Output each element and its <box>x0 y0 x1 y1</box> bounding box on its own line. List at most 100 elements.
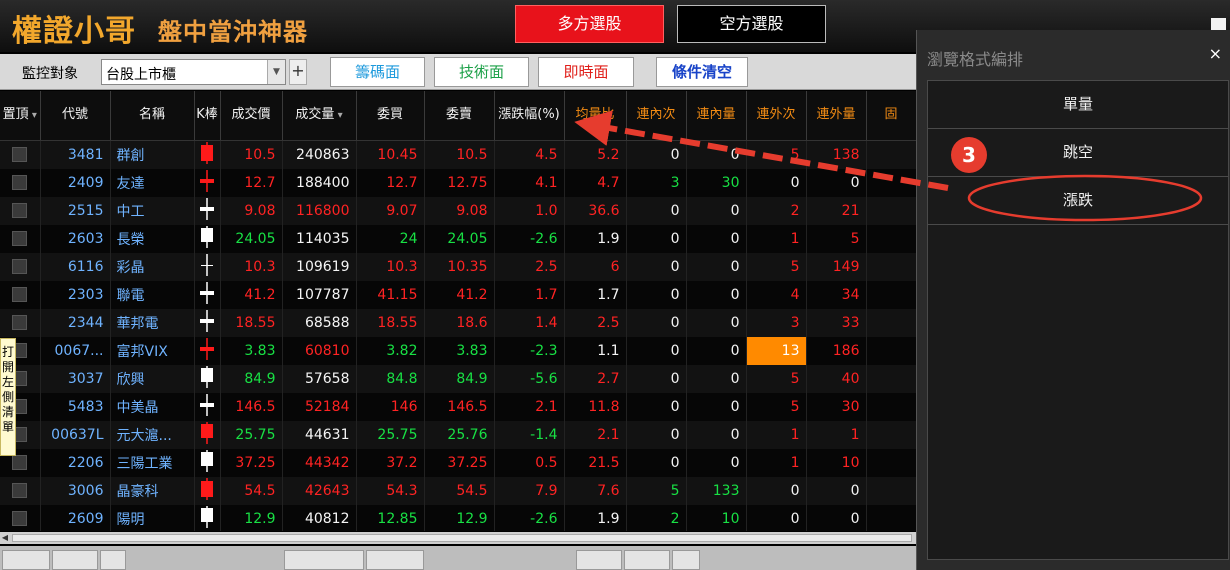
change-cell: 1.0 <box>494 196 565 225</box>
clear-conditions-button[interactable]: 條件清空 <box>656 57 748 87</box>
long-pick-button[interactable]: 多方選股 <box>515 5 664 43</box>
pin-cell <box>0 196 41 225</box>
extra-cell <box>866 476 916 505</box>
bottom-tab[interactable] <box>2 550 50 570</box>
open-left-list-tab[interactable]: 打開左側清單 <box>0 338 16 456</box>
toolbar: 監控對象 台股上市櫃 ▼ + 籌碼面 技術面 即時面 條件清空 <box>0 54 916 90</box>
col-header-kbar[interactable]: K棒 <box>194 91 221 141</box>
change-cell: 1.4 <box>494 308 565 337</box>
pin-checkbox[interactable] <box>12 259 28 274</box>
pin-checkbox[interactable] <box>12 287 28 302</box>
col-header-name[interactable]: 名稱 <box>110 91 195 141</box>
table-row[interactable]: 3006 晶豪科 54.5 42643 54.3 54.5 7.9 7.6 5 133 0 0 <box>0 476 916 505</box>
bid-cell: 24 <box>356 224 425 253</box>
bottom-tab[interactable] <box>672 550 700 570</box>
avg-ratio-cell: 36.6 <box>564 196 627 225</box>
pin-checkbox[interactable] <box>12 483 28 498</box>
bid-cell: 146 <box>356 392 425 421</box>
pin-cell <box>0 504 41 531</box>
k-bar-cell <box>194 196 221 225</box>
table-row[interactable]: 6116 彩晶 10.3 109619 10.3 10.35 2.5 6 0 0 5 149 <box>0 252 916 281</box>
avg-ratio-cell: 7.6 <box>564 476 627 505</box>
out-volume-cell: 21 <box>806 196 867 225</box>
in-volume-cell: 0 <box>686 280 747 309</box>
col-header-code[interactable]: 代號 <box>40 91 111 141</box>
table-row[interactable]: 2344 華邦電 18.55 68588 18.55 18.6 1.4 2.5 0 0 3 33 <box>0 308 916 337</box>
table-row[interactable]: 3037 欣興 84.9 57658 84.8 84.9 -5.6 2.7 0 0 5 40 <box>0 364 916 393</box>
col-header-bid[interactable]: 委買 <box>356 91 425 141</box>
table-row[interactable]: 5483 中美晶 146.5 52184 146 146.5 2.1 11.8 0 0 5 30 <box>0 392 916 421</box>
avg-ratio-cell: 1.9 <box>564 504 627 531</box>
bottom-tab[interactable] <box>52 550 98 570</box>
table-row[interactable]: 2603 長榮 24.05 114035 24 24.05 -2.6 1.9 0 0 1 5 <box>0 224 916 253</box>
panel-item-change[interactable]: 漲跌 <box>928 177 1228 225</box>
in-volume-cell: 0 <box>686 448 747 477</box>
out-volume-cell: 30 <box>806 392 867 421</box>
table-row[interactable]: 2409 友達 12.7 188400 12.7 12.75 4.1 4.7 3 30 0 0 <box>0 168 916 197</box>
stock-code: 2603 <box>40 224 111 253</box>
technical-filter-button[interactable]: 技術面 <box>434 57 529 87</box>
market-select[interactable]: 台股上市櫃 ▼ <box>101 59 286 85</box>
price-cell: 12.7 <box>220 168 283 197</box>
col-header-change[interactable]: 漲跌幅(%) <box>494 91 565 141</box>
pin-checkbox[interactable] <box>12 455 28 470</box>
stock-name: 晶豪科 <box>110 476 195 505</box>
table-row[interactable]: 2515 中工 9.08 116800 9.07 9.08 1.0 36.6 0 0 2 21 <box>0 196 916 225</box>
table-row[interactable]: 0067... 富邦VIX 3.83 60810 3.82 3.83 -2.3 1.1 0 0 13… <box>0 336 916 365</box>
out-count-cell: 5 <box>746 140 807 169</box>
k-bar-cell <box>194 252 221 281</box>
col-header-volume[interactable]: 成交量 <box>282 91 357 141</box>
pin-checkbox[interactable] <box>12 231 28 246</box>
col-header-pin[interactable]: 置頂 <box>0 91 41 141</box>
col-header-extra[interactable]: 固 <box>866 91 916 141</box>
horizontal-scrollbar[interactable]: ◀ <box>0 532 916 544</box>
pin-checkbox[interactable] <box>12 203 28 218</box>
chip-filter-button[interactable]: 籌碼面 <box>330 57 425 87</box>
bid-cell: 12.85 <box>356 504 425 531</box>
chevron-down-icon[interactable]: ▼ <box>267 60 285 84</box>
add-button[interactable]: + <box>289 59 307 85</box>
table-row[interactable]: 2609 陽明 12.9 40812 12.85 12.9 -2.6 1.9 2 10 0 0 <box>0 504 916 531</box>
bottom-tab[interactable] <box>366 550 424 570</box>
col-header-in-count[interactable]: 連內次 <box>626 91 687 141</box>
stock-code: 2206 <box>40 448 111 477</box>
short-pick-button[interactable]: 空方選股 <box>677 5 826 43</box>
in-volume-cell: 10 <box>686 504 747 531</box>
price-cell: 41.2 <box>220 280 283 309</box>
scrollbar-thumb[interactable] <box>12 534 912 542</box>
pin-checkbox[interactable] <box>12 511 28 526</box>
out-volume-cell: 0 <box>806 504 867 531</box>
col-header-price[interactable]: 成交價 <box>220 91 283 141</box>
pin-checkbox[interactable] <box>12 147 28 162</box>
k-bar-cell <box>194 420 221 449</box>
table-row[interactable]: 2206 三陽工業 37.25 44342 37.2 37.25 0.5 21.5 0 0 1 10 <box>0 448 916 477</box>
bottom-tab[interactable] <box>624 550 670 570</box>
bottom-tab[interactable] <box>100 550 126 570</box>
col-header-out-volume[interactable]: 連外量 <box>806 91 867 141</box>
stock-code: 2303 <box>40 280 111 309</box>
table-row[interactable]: 3481 群創 10.5 240863 10.45 10.5 4.5 5.2 0 0 5 138 <box>0 140 916 169</box>
in-count-cell: 0 <box>626 392 687 421</box>
k-bar-icon <box>200 281 214 304</box>
in-volume-cell: 30 <box>686 168 747 197</box>
stock-name: 陽明 <box>110 504 195 531</box>
col-header-in-volume[interactable]: 連內量 <box>686 91 747 141</box>
col-header-out-count[interactable]: 連外次 <box>746 91 807 141</box>
panel-item-volume[interactable]: 單量 <box>928 81 1228 129</box>
price-cell: 12.9 <box>220 504 283 531</box>
price-cell: 10.5 <box>220 140 283 169</box>
table-row[interactable]: 2303 聯電 41.2 107787 41.15 41.2 1.7 1.7 0 0 4 34 <box>0 280 916 309</box>
bottom-tab[interactable] <box>284 550 364 570</box>
pin-checkbox[interactable] <box>12 175 28 190</box>
col-header-avg-ratio[interactable]: 均量比 <box>564 91 627 141</box>
realtime-filter-button[interactable]: 即時面 <box>538 57 634 87</box>
scroll-left-icon[interactable]: ◀ <box>0 532 10 544</box>
avg-ratio-cell: 2.5 <box>564 308 627 337</box>
table-row[interactable]: 00637L 元大滬... 25.75 44631 25.75 25.76 -1.4 2.1 0… <box>0 420 916 449</box>
bottom-tab[interactable] <box>576 550 622 570</box>
col-header-ask[interactable]: 委賣 <box>424 91 495 141</box>
extra-cell <box>866 168 916 197</box>
pin-checkbox[interactable] <box>12 315 28 330</box>
pin-cell <box>0 308 41 337</box>
close-icon[interactable]: × <box>1209 44 1222 63</box>
